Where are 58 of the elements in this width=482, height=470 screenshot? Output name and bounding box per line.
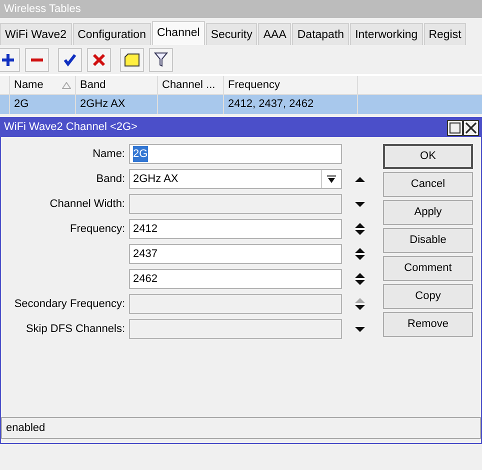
input-field[interactable]: 2G — [129, 144, 342, 164]
tab[interactable]: Security — [206, 23, 258, 45]
up-down-arrows-icon[interactable] — [354, 297, 366, 311]
input-field[interactable]: 2412 — [129, 219, 342, 239]
checkmark-icon — [63, 52, 77, 66]
filter-icon — [154, 52, 168, 68]
field-label: Name: — [92, 148, 125, 160]
dialog-button[interactable]: Remove — [383, 312, 473, 337]
field-label: Secondary Frequency: — [14, 298, 125, 310]
column-header[interactable]: Frequency — [224, 76, 358, 94]
table-cell-text: 2GHz AX — [80, 97, 126, 112]
note-button[interactable] — [120, 48, 144, 72]
input-field[interactable]: 2437 — [129, 244, 342, 264]
tab[interactable]: Regist — [424, 23, 466, 45]
tab[interactable]: AAA — [258, 23, 292, 45]
down-arrow-icon[interactable] — [354, 200, 366, 208]
maximize-button[interactable] — [447, 120, 463, 136]
input-field[interactable]: 2462 — [129, 269, 342, 289]
down-arrow-icon[interactable] — [354, 326, 366, 332]
dialog-button[interactable]: Comment — [383, 256, 473, 281]
up-down-arrows-icon[interactable] — [354, 247, 366, 261]
field-label: Band: — [96, 172, 125, 185]
tab[interactable]: WiFi Wave2 — [0, 23, 72, 45]
input-field[interactable]: 2GHz AX — [129, 169, 342, 189]
column-header[interactable]: Channel ... — [158, 76, 224, 94]
column-header[interactable]: Name — [10, 76, 76, 94]
table-row[interactable]: 2G 2GHz AX 2412, 2437, 2462 — [0, 95, 482, 114]
minus-button[interactable] — [25, 48, 49, 72]
dialog-button[interactable]: Copy — [383, 284, 473, 309]
up-down-arrows-icon[interactable] — [354, 272, 366, 286]
dialog-button[interactable]: Apply — [383, 200, 473, 225]
dialog-button[interactable]: Disable — [383, 228, 473, 253]
dialog-button[interactable]: OK — [383, 144, 473, 169]
window-title: Wireless Tables — [0, 0, 482, 18]
field-label: Channel Width: — [50, 198, 125, 210]
cross-button[interactable] — [87, 48, 111, 72]
cross-icon — [92, 52, 106, 66]
field-label: Frequency: — [70, 222, 125, 235]
tab[interactable]: Channel — [152, 21, 205, 45]
up-down-arrows-icon[interactable] — [354, 222, 366, 236]
plus-button[interactable] — [0, 48, 20, 72]
tab[interactable]: Datapath — [292, 23, 350, 45]
table-cell-text: 2G — [14, 97, 29, 112]
table-cell-text: 2412, 2437, 2462 — [228, 97, 314, 112]
up-arrow-icon[interactable] — [354, 176, 366, 182]
status-bar: enabled — [1, 417, 481, 439]
tab[interactable]: Interworking — [350, 23, 423, 45]
close-button[interactable] — [463, 120, 479, 136]
sort-icon — [62, 82, 71, 88]
checkmark-button[interactable] — [58, 48, 82, 72]
field-label: Skip DFS Channels: — [26, 322, 125, 335]
dialog-title: WiFi Wave2 Channel <2G> — [4, 120, 138, 136]
dialog-button[interactable]: Cancel — [383, 172, 473, 197]
plus-icon — [1, 52, 15, 66]
note-icon — [124, 52, 140, 66]
tab[interactable]: Configuration — [72, 23, 151, 45]
filter-button[interactable] — [149, 48, 173, 72]
column-header[interactable]: Band — [76, 76, 158, 94]
